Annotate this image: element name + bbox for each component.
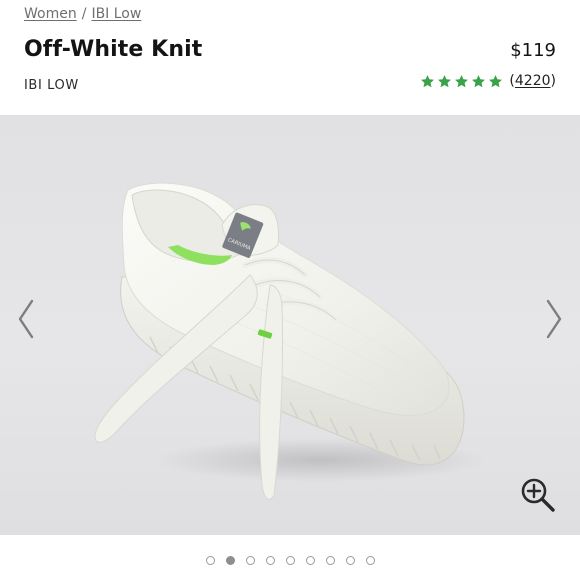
zoom-in-icon[interactable]	[518, 475, 558, 515]
breadcrumb-separator: /	[81, 6, 87, 22]
carousel-dot[interactable]	[305, 556, 315, 565]
breadcrumb-link-ibi-low[interactable]: IBI Low	[91, 6, 141, 22]
carousel-pagination	[0, 556, 580, 565]
breadcrumb-link-women[interactable]: Women	[24, 6, 77, 22]
reviews-close-paren: )	[550, 73, 556, 89]
sneaker-image: CARIUMA	[94, 182, 485, 500]
star-rating	[420, 74, 503, 89]
star-icon	[438, 74, 452, 87]
product-image-gallery[interactable]: CARIUMA	[0, 115, 580, 535]
chevron-right-icon[interactable]	[542, 297, 566, 341]
carousel-dot[interactable]	[265, 556, 275, 565]
carousel-dot[interactable]	[365, 556, 375, 565]
carousel-dot[interactable]	[245, 556, 255, 565]
chevron-left-icon[interactable]	[14, 297, 38, 341]
reviews-link[interactable]: (4220)	[509, 73, 556, 89]
carousel-dot[interactable]	[325, 556, 335, 565]
product-page: Women / IBI Low Off-White Knit $119 IBI LO…	[0, 0, 580, 580]
product-title: Off-White Knit	[24, 37, 203, 62]
review-count: 4220	[514, 73, 551, 89]
carousel-dot[interactable]	[285, 556, 295, 565]
carousel-dot[interactable]	[225, 556, 235, 565]
breadcrumb: Women / IBI Low	[24, 6, 141, 22]
carousel-dot[interactable]	[345, 556, 355, 565]
star-icon	[472, 74, 486, 87]
star-icon	[421, 74, 435, 87]
product-price: $119	[510, 40, 556, 61]
product-rating: (4220)	[420, 73, 556, 89]
carousel-dot[interactable]	[205, 556, 215, 565]
product-subtitle: IBI LOW	[24, 78, 79, 93]
star-icon	[489, 74, 503, 87]
star-icon	[455, 74, 469, 87]
